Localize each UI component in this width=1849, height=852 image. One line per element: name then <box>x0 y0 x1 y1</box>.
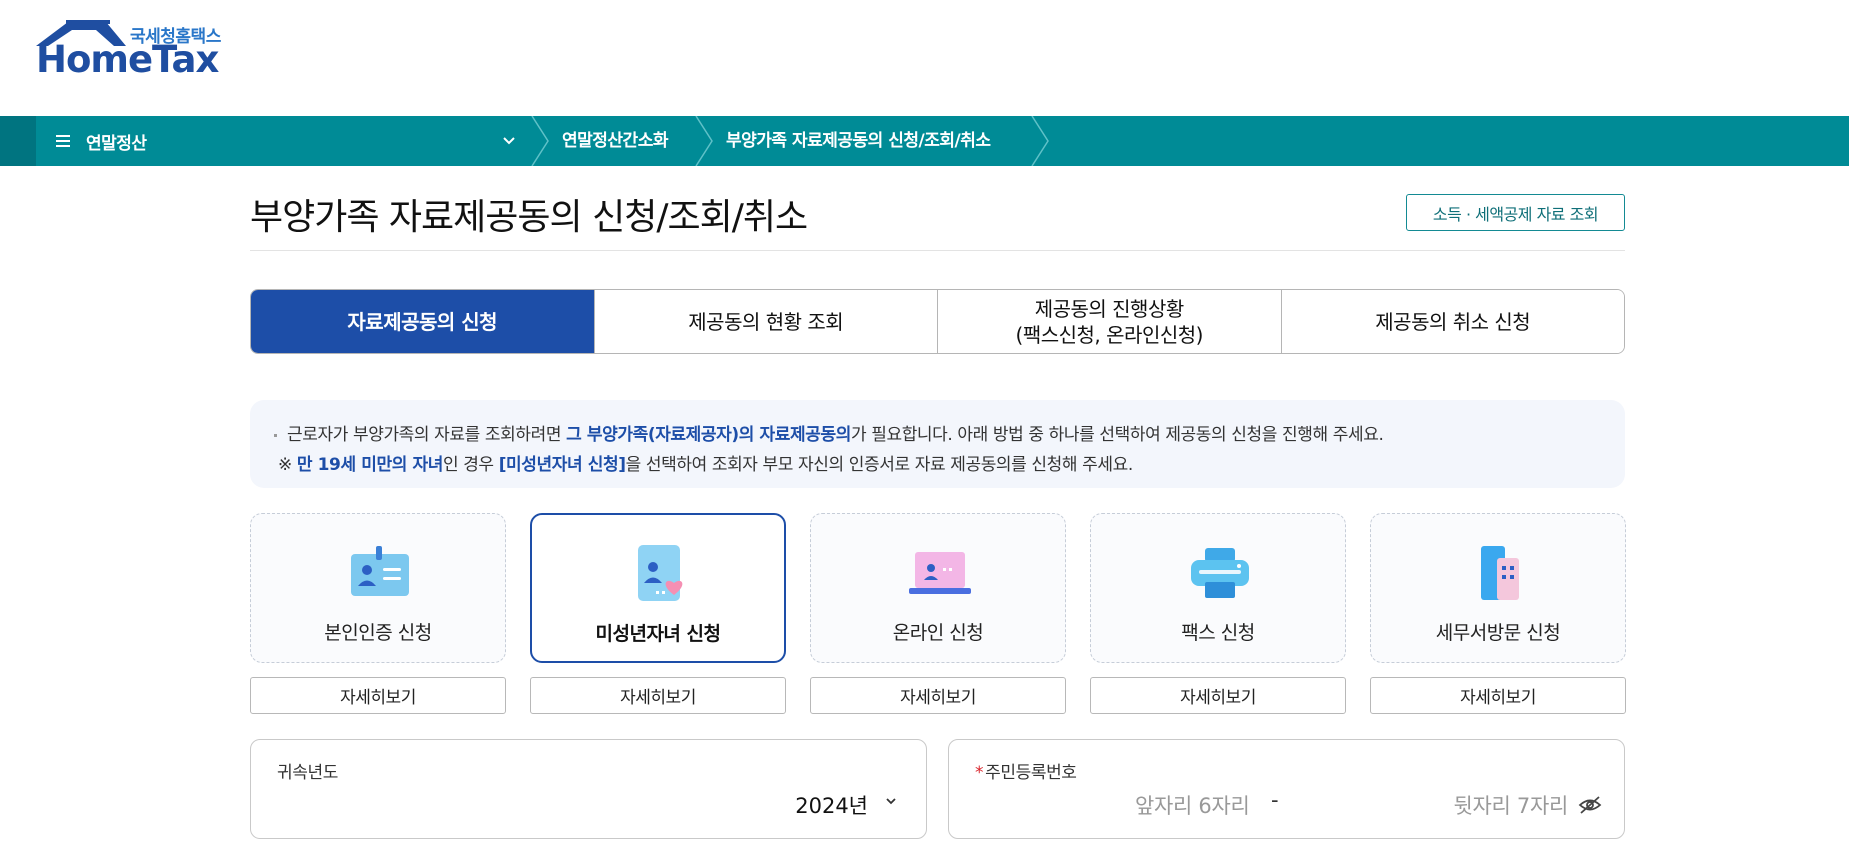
tab-consent-progress-line2: (팩스신청, 온라인신청) <box>1015 322 1204 347</box>
method-label: 팩스 신청 <box>1181 622 1255 644</box>
ssn-label-text: 주민등록번호 <box>985 763 1077 783</box>
laptop-icon <box>909 552 971 594</box>
detail-button-online[interactable]: 자세히보기 <box>810 677 1066 714</box>
title-divider <box>250 250 1625 251</box>
method-label: 본인인증 신청 <box>324 622 432 644</box>
year-select-box[interactable]: 귀속년도 2024년 <box>250 739 927 839</box>
year-label: 귀속년도 <box>277 763 338 783</box>
hometax-logo[interactable]: 국세청홈택스 HomeTax <box>36 18 226 81</box>
chevron-down-icon <box>503 137 515 145</box>
tab-bar: 자료제공동의 신청 제공동의 현황 조회 제공동의 진행상황 (팩스신청, 온라… <box>250 289 1625 354</box>
nav-menu-dropdown[interactable]: 연말정산 <box>36 116 530 166</box>
id-card-icon <box>351 546 409 596</box>
tab-consent-progress[interactable]: 제공동의 진행상황 (팩스신청, 온라인신청) <box>937 290 1281 353</box>
detail-button-identity[interactable]: 자세히보기 <box>250 677 506 714</box>
building-icon <box>1481 546 1519 600</box>
method-label: 세무서방문 신청 <box>1435 622 1561 644</box>
notice-highlight: 만 19세 미만의 자녀 <box>296 455 443 475</box>
notice-text: 인 경우 <box>442 455 499 475</box>
eye-off-icon[interactable] <box>1578 795 1602 815</box>
notice-text: 근로자가 부양가족의 자료를 조회하려면 <box>287 425 567 445</box>
chevron-down-icon[interactable] <box>884 794 898 808</box>
navigation-bar: 연말정산 연말정산간소화 부양가족 자료제공동의 신청/조회/취소 <box>0 116 1849 166</box>
method-card-identity[interactable]: 본인인증 신청 <box>250 513 506 663</box>
method-label: 온라인 신청 <box>892 622 984 644</box>
deduction-lookup-button[interactable]: 소득 · 세액공제 자료 조회 <box>1406 194 1625 231</box>
notice-mark: ※ <box>278 455 297 475</box>
navbar-edge <box>0 116 36 166</box>
ssn-separator: - <box>1271 788 1279 812</box>
detail-button-minor-child[interactable]: 자세히보기 <box>530 677 786 714</box>
year-select-value[interactable]: 2024년 <box>795 790 868 820</box>
bullet-icon <box>274 433 277 437</box>
site-header: 국세청홈택스 HomeTax <box>0 0 1849 116</box>
notice-text: 을 선택하여 조회자 부모 자신의 인증서로 자료 제공동의를 신청해 주세요. <box>625 455 1134 475</box>
child-heart-icon <box>638 545 683 601</box>
tab-consent-status[interactable]: 제공동의 현황 조회 <box>593 290 937 353</box>
notice-highlight: 그 부양가족(자료제공자)의 자료제공동의 <box>566 425 851 445</box>
fax-icon <box>1191 548 1249 598</box>
breadcrumb-separator-icon <box>1031 116 1049 166</box>
detail-button-tax-office[interactable]: 자세히보기 <box>1370 677 1626 714</box>
method-card-online[interactable]: 온라인 신청 <box>810 513 1066 663</box>
method-card-tax-office[interactable]: 세무서방문 신청 <box>1370 513 1626 663</box>
method-card-minor-child[interactable]: 미성년자녀 신청 <box>530 513 786 663</box>
notice-box: 근로자가 부양가족의 자료를 조회하려면 그 부양가족(자료제공자)의 자료제공… <box>250 400 1625 488</box>
notice-highlight: [미성년자녀 신청] <box>498 455 626 475</box>
notice-text: 가 필요합니다. 아래 방법 중 하나를 선택하여 제공동의 신청을 진행해 주… <box>850 425 1384 445</box>
ssn-label: * 주민등록번호 <box>975 758 1077 783</box>
tab-consent-progress-line1: 제공동의 진행상황 <box>1034 296 1185 321</box>
tab-consent-apply[interactable]: 자료제공동의 신청 <box>251 290 594 353</box>
detail-button-fax[interactable]: 자세히보기 <box>1090 677 1346 714</box>
logo-english-text: HomeTax <box>36 38 219 81</box>
hamburger-icon <box>56 135 70 147</box>
breadcrumb-item-1[interactable]: 연말정산간소화 <box>562 116 668 166</box>
notice-line-1: 근로자가 부양가족의 자료를 조회하려면 그 부양가족(자료제공자)의 자료제공… <box>274 420 1384 445</box>
required-mark: * <box>975 763 984 783</box>
page-title: 부양가족 자료제공동의 신청/조회/취소 <box>250 197 808 238</box>
method-card-fax[interactable]: 팩스 신청 <box>1090 513 1346 663</box>
ssn-front-input[interactable]: 앞자리 6자리 <box>1135 790 1250 820</box>
nav-menu-title: 연말정산 <box>86 133 147 154</box>
breadcrumb-item-2[interactable]: 부양가족 자료제공동의 신청/조회/취소 <box>726 116 991 166</box>
ssn-field-box: * 주민등록번호 앞자리 6자리 - 뒷자리 7자리 <box>948 739 1625 839</box>
method-label: 미성년자녀 신청 <box>595 623 721 645</box>
breadcrumb-separator-icon <box>695 116 713 166</box>
notice-line-2: ※ 만 19세 미만의 자녀인 경우 [미성년자녀 신청]을 선택하여 조회자 … <box>278 450 1133 475</box>
tab-consent-cancel[interactable]: 제공동의 취소 신청 <box>1280 290 1624 353</box>
ssn-back-input[interactable]: 뒷자리 7자리 <box>1453 790 1568 820</box>
breadcrumb-separator-icon <box>531 116 549 166</box>
